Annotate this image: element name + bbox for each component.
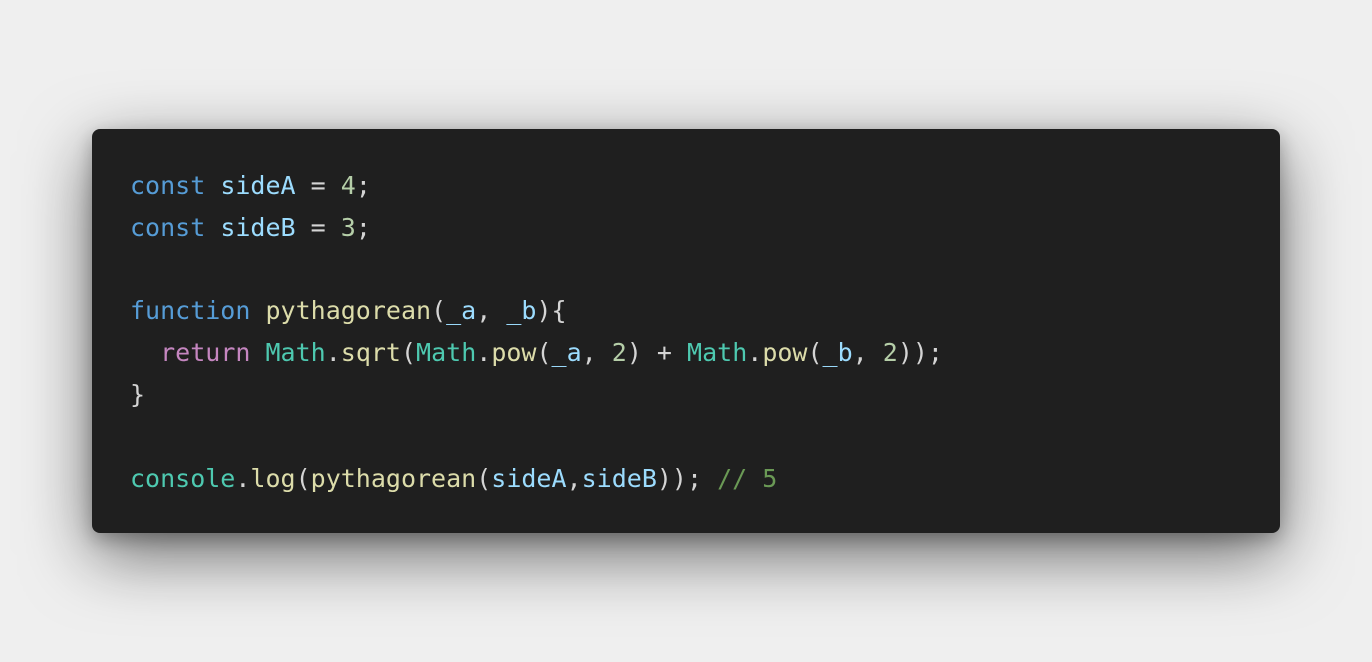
- code-token-punct: ));: [897, 338, 943, 368]
- code-token-punct: ,: [852, 338, 883, 368]
- code-line: console.log(pythagorean(sideA,sideB)); /…: [130, 458, 943, 500]
- code-token-punct: ;: [355, 212, 371, 242]
- code-token-function: log: [250, 463, 296, 493]
- code-token-punct: (: [400, 338, 417, 368]
- code-line: return Math.sqrt(Math.pow(_a, 2) + Math.…: [130, 332, 943, 374]
- code-token-function: pow: [491, 338, 537, 368]
- code-token-function: sqrt: [340, 338, 401, 368]
- code-token-number: 2: [611, 338, 627, 368]
- code-token-class: console: [130, 463, 236, 493]
- code-line: }: [130, 374, 943, 416]
- code-token-punct: (: [536, 338, 552, 368]
- code-token-variable: sideB: [220, 212, 296, 242]
- code-window: const sideA = 4; const sideB = 3; function…: [92, 129, 1280, 533]
- code-token-function: pythagorean: [310, 463, 477, 493]
- code-token-punct: ){: [536, 296, 567, 326]
- code-block: const sideA = 4; const sideB = 3; function…: [130, 165, 943, 499]
- code-token-punct: [205, 213, 220, 242]
- code-token-keyword: const: [130, 212, 206, 242]
- code-token-punct: (: [295, 463, 311, 493]
- code-token-comment: // 5: [717, 463, 778, 493]
- code-token-punct: (: [807, 338, 823, 368]
- code-token-punct: ,: [566, 463, 582, 493]
- code-token-number: 3: [340, 212, 356, 242]
- code-token-class: Math: [265, 338, 326, 368]
- code-token-variable: sideA: [491, 463, 567, 493]
- code-token-punct: ;: [355, 171, 371, 200]
- code-token-variable: _a: [551, 338, 582, 368]
- code-token-keyword: const: [130, 171, 206, 200]
- code-token-punct: ,: [476, 296, 507, 326]
- code-token-punct: =: [295, 171, 341, 200]
- code-token-punct: .: [747, 338, 763, 368]
- code-token-variable: _b: [822, 338, 853, 368]
- code-token-punct: (: [476, 463, 492, 493]
- code-token-punct: ));: [656, 463, 718, 493]
- code-token-punct: .: [476, 338, 492, 368]
- code-token-punct: .: [325, 338, 341, 368]
- code-token-punct: [205, 171, 220, 200]
- code-token-punct: }: [130, 379, 146, 409]
- code-token-punct: (: [431, 296, 447, 326]
- code-token-function: pow: [762, 338, 808, 368]
- code-line: const sideA = 4;: [130, 165, 943, 207]
- code-token-variable: _a: [446, 296, 477, 326]
- code-token-keyword: function: [130, 296, 251, 326]
- code-token-function: pythagorean: [265, 296, 432, 326]
- code-token-class: Math: [416, 338, 477, 368]
- code-token-variable: sideA: [220, 171, 296, 200]
- code-token-variable: _b: [506, 296, 537, 326]
- code-token-punct: =: [295, 212, 341, 242]
- code-token-variable: sideB: [581, 463, 657, 493]
- code-token-number: 4: [340, 171, 356, 200]
- code-token-punct: [250, 338, 265, 367]
- code-token-punct: .: [235, 463, 251, 493]
- code-token-number: 2: [882, 338, 898, 368]
- code-token-punct: ,: [581, 338, 612, 368]
- code-token-punct: [130, 338, 160, 367]
- code-token-control: return: [160, 338, 251, 368]
- code-token-punct: [250, 296, 265, 325]
- code-line: const sideB = 3;: [130, 207, 943, 249]
- code-token-class: Math: [687, 338, 748, 368]
- code-line: function pythagorean(_a, _b){: [130, 290, 943, 332]
- code-token-punct: ) +: [626, 338, 688, 368]
